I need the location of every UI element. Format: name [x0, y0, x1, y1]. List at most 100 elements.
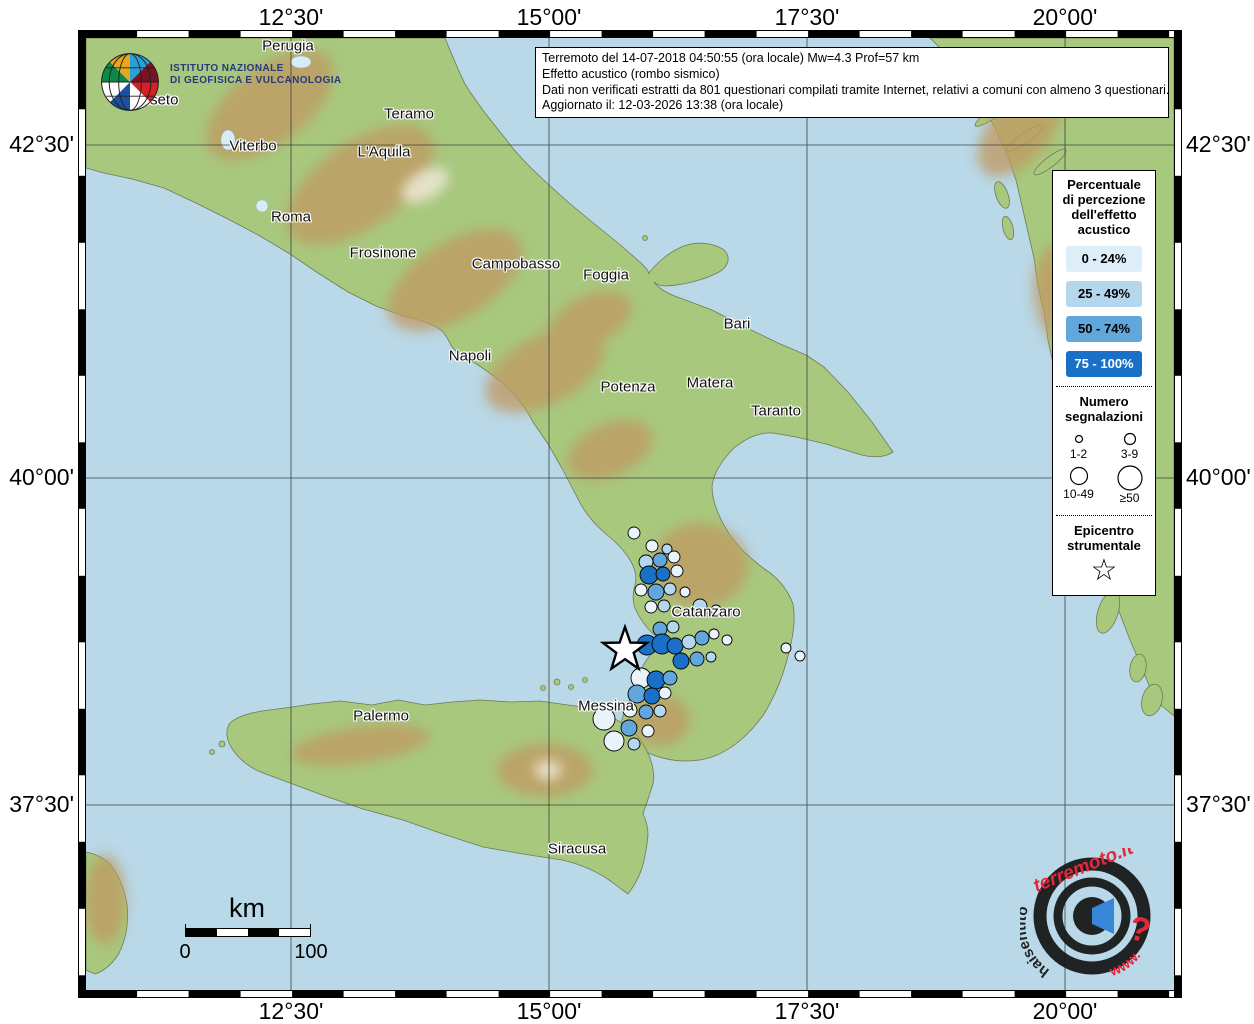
count-circle-icon — [1123, 432, 1136, 446]
observation-point — [658, 686, 672, 700]
haisentitoilterremoto-logo: ? haisentito terremoto.it www. — [1020, 848, 1154, 980]
lat-label-right-2: 40°00' — [1186, 464, 1251, 490]
scalebar-unit: km — [229, 893, 265, 923]
island — [218, 740, 226, 748]
count-label: 1-2 — [1069, 447, 1088, 461]
observation-point — [622, 702, 638, 718]
observation-point — [603, 730, 625, 752]
observation-point — [645, 539, 659, 553]
observation-point — [643, 687, 661, 705]
legend-class-25-49: 25 - 49% — [1066, 281, 1142, 307]
event-data-note: Dati non verificati estratti da 801 ques… — [542, 82, 1169, 97]
legend-count-title: Numero segnalazioni — [1053, 394, 1155, 424]
scalebar — [185, 924, 311, 937]
observation-point — [705, 651, 717, 663]
lat-label-left-2: 40°00' — [9, 464, 74, 490]
map-page: 12°30' 15°00' 17°30' 20°00' 12°30' 15°00… — [0, 0, 1254, 1024]
observation-point — [644, 600, 658, 614]
lat-label-left-3: 37°30' — [9, 791, 74, 817]
ingv-logo-text: ISTITUTO NAZIONALE DI GEOFISICA E VULCAN… — [170, 63, 342, 87]
observation-point — [667, 550, 681, 564]
observation-point — [627, 526, 641, 540]
lon-label-bottom-4: 20°00' — [1032, 998, 1098, 1024]
observation-point — [657, 599, 671, 613]
legend-title-line: acustico — [1077, 222, 1131, 237]
event-title: Terremoto del 14-07-2018 04:50:55 (ora l… — [542, 51, 920, 65]
island — [540, 685, 546, 691]
map-frame-left — [78, 30, 86, 998]
observation-point — [620, 719, 638, 737]
count-label: ≥50 — [1119, 491, 1140, 505]
map-frame-top — [78, 30, 1182, 38]
observation-point — [679, 586, 691, 598]
observation-point — [638, 704, 654, 720]
observation-point — [592, 707, 616, 731]
legend-panel: Percentuale di percezione dell'effetto a… — [1052, 170, 1156, 596]
observation-point — [666, 637, 684, 655]
island — [568, 684, 574, 690]
lat-label-right-3: 37°30' — [1186, 791, 1251, 817]
observation-point — [653, 704, 667, 718]
legend-title-line: di percezione — [1062, 192, 1146, 207]
observation-point — [681, 634, 697, 650]
ingv-text-line2: DI GEOFISICA E VULCANOLOGIA — [170, 75, 342, 86]
observation-point — [721, 634, 733, 646]
island — [582, 677, 588, 683]
map-frame-right — [1174, 30, 1182, 998]
island — [553, 678, 561, 686]
observation-point — [689, 651, 705, 667]
observation-point — [647, 583, 665, 601]
scalebar-start: 0 — [179, 941, 191, 963]
island — [209, 749, 215, 755]
lon-label-bottom-1: 12°30' — [258, 998, 324, 1024]
lon-label-top-3: 17°30' — [774, 4, 840, 30]
observation-point — [694, 630, 710, 646]
lat-label-left-1: 42°30' — [9, 131, 74, 157]
legend-count-50plus: ≥50 — [1104, 462, 1155, 506]
map-frame-bottom — [78, 990, 1182, 998]
observation-point — [670, 564, 684, 578]
observation-point — [655, 566, 671, 582]
event-updated-at: Aggiornato il: 12-03-2026 13:38 (ora loc… — [542, 98, 784, 113]
ingv-logo-icon — [101, 53, 159, 111]
observation-point — [627, 684, 647, 704]
legend-class-75-100: 75 - 100% — [1066, 351, 1142, 377]
event-info-box: Terremoto del 14-07-2018 04:50:55 (ora l… — [535, 47, 1169, 119]
legend-epicenter-title: Epicentro strumentale — [1053, 523, 1155, 553]
observation-point — [780, 642, 792, 654]
scalebar-end: 100 — [294, 941, 328, 963]
lon-label-bottom-2: 15°00' — [516, 998, 582, 1024]
legend-epicenter-title-line: strumentale — [1067, 538, 1141, 553]
observation-point — [641, 724, 655, 738]
observation-point — [666, 620, 680, 634]
observation-point — [627, 737, 641, 751]
event-effect: Effetto acustico (rombo sismico) — [542, 66, 720, 81]
lat-label-right-1: 42°30' — [1186, 131, 1251, 157]
observation-point — [652, 552, 668, 568]
lon-label-bottom-3: 17°30' — [774, 998, 840, 1024]
legend-count-10-49: 10-49 — [1053, 462, 1104, 506]
legend-epicenter-title-line: Epicentro — [1074, 523, 1134, 538]
legend-count-classes: 1-2 3-9 10-49 ≥50 — [1053, 428, 1155, 506]
count-circle-icon — [1074, 434, 1083, 444]
island — [642, 235, 648, 241]
lon-label-top-1: 12°30' — [258, 4, 324, 30]
observation-point — [646, 670, 666, 690]
map-canvas — [86, 38, 1174, 990]
legend-count-3-9: 3-9 — [1104, 428, 1155, 462]
ingv-text-line1: ISTITUTO NAZIONALE — [170, 63, 284, 74]
observation-point — [710, 604, 722, 616]
legend-title: Percentuale di percezione dell'effetto a… — [1053, 177, 1155, 237]
legend-count-title-line: segnalazioni — [1064, 409, 1144, 424]
epicenter-star-icon: ☆ — [1090, 554, 1118, 587]
count-circle-icon — [1116, 465, 1143, 491]
legend-title-line: dell'effetto — [1071, 207, 1137, 222]
legend-count-1-2: 1-2 — [1053, 428, 1104, 462]
count-label: 10-49 — [1063, 487, 1094, 501]
observation-point — [634, 583, 648, 597]
observation-point — [662, 670, 678, 686]
lake — [220, 129, 236, 151]
legend-class-50-74: 50 - 74% — [1066, 316, 1142, 342]
observation-point — [672, 652, 690, 670]
legend-count-title-line: Numero — [1079, 394, 1129, 409]
